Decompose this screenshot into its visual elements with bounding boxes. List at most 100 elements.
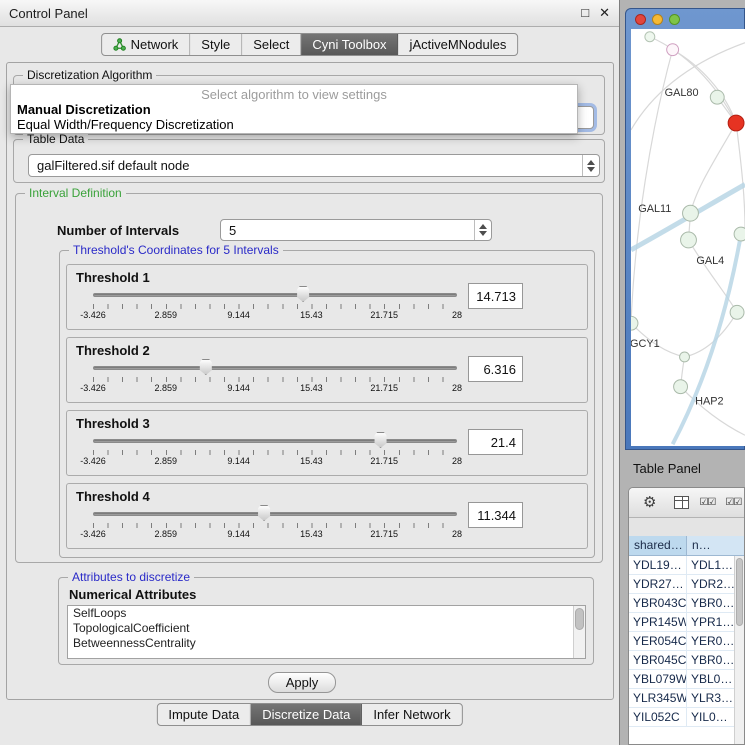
columns-icon[interactable] <box>674 496 689 509</box>
minimize-window-icon[interactable] <box>652 14 663 25</box>
dropdown-option[interactable]: Equal Width/Frequency Discretization <box>11 117 577 132</box>
network-node[interactable] <box>680 352 690 362</box>
cyni-bottom-tabs: Impute Data Discretize Data Infer Networ… <box>156 703 462 726</box>
tab-impute-data[interactable]: Impute Data <box>157 704 251 725</box>
tab-select[interactable]: Select <box>242 34 301 55</box>
table-row[interactable]: YIL052C YIL0… <box>629 708 734 727</box>
threshold-label: Threshold 3 <box>76 416 150 431</box>
cell[interactable]: YBR045C <box>629 651 687 669</box>
cell[interactable]: YPR1… <box>687 613 734 631</box>
clear-all-checkboxes-icon[interactable]: ☑☑ <box>725 498 741 508</box>
cell[interactable]: YBL0… <box>687 670 734 688</box>
network-node[interactable] <box>730 305 744 319</box>
column-header-shared-name[interactable]: shared… <box>629 536 687 555</box>
combobox-arrows-icon <box>582 155 599 176</box>
list-item[interactable]: BetweennessCentrality <box>68 636 585 651</box>
dropdown-option[interactable]: Manual Discretization <box>11 102 577 117</box>
tick-label: 21.715 <box>370 310 398 320</box>
number-of-intervals-combobox[interactable]: 5 <box>220 219 492 241</box>
table-row[interactable]: YER054C YER0… <box>629 632 734 651</box>
slider-thumb[interactable] <box>373 432 388 448</box>
network-node[interactable] <box>734 227 745 241</box>
threshold-value-input[interactable]: 21.4 <box>468 429 523 455</box>
node-label: HAP2 <box>695 396 723 408</box>
network-view-window: GAL80 GAL11 GAL4 GCY1 HAP2 <box>625 8 745 450</box>
tab-label: Infer Network <box>373 707 450 722</box>
attributes-list: SelfLoops TopologicalCoefficient Between… <box>67 605 586 659</box>
cell[interactable]: YDL19… <box>629 556 687 574</box>
threshold-label: Threshold 4 <box>76 489 150 504</box>
cell[interactable]: YER0… <box>687 632 734 650</box>
cell[interactable]: YDL1… <box>687 556 734 574</box>
cell[interactable]: YDR2… <box>687 575 734 593</box>
table-row[interactable]: YLR345W YLR3… <box>629 689 734 708</box>
slider-ticks <box>93 523 457 528</box>
gear-icon[interactable]: ⚙ <box>643 495 656 510</box>
table-row[interactable]: YBL079W YBL0… <box>629 670 734 689</box>
tick-label: 2.859 <box>155 383 178 393</box>
network-node[interactable] <box>710 90 724 104</box>
tab-label: Style <box>201 37 230 52</box>
table-data-combobox[interactable]: galFiltered.sif default node <box>28 154 600 177</box>
combobox-value: galFiltered.sif default node <box>29 158 582 173</box>
network-node[interactable] <box>683 205 699 221</box>
network-canvas[interactable]: GAL80 GAL11 GAL4 GCY1 HAP2 <box>631 29 745 446</box>
slider-thumb[interactable] <box>296 286 311 302</box>
tab-discretize-data[interactable]: Discretize Data <box>251 704 362 725</box>
threshold-slider[interactable]: -3.426 2.859 9.144 15.43 21.715 28 <box>93 359 457 399</box>
close-window-icon[interactable] <box>635 14 646 25</box>
table-row[interactable]: YDR27… YDR2… <box>629 575 734 594</box>
threshold-value-input[interactable]: 11.344 <box>468 502 523 528</box>
tab-cyni-toolbox[interactable]: Cyni Toolbox <box>301 34 398 55</box>
table-row[interactable]: YBR043C YBR0… <box>629 594 734 613</box>
cell[interactable]: YBR043C <box>629 594 687 612</box>
threshold-slider[interactable]: -3.426 2.859 9.144 15.43 21.715 28 <box>93 432 457 472</box>
select-all-checkboxes-icon[interactable]: ☑☑ <box>699 498 715 508</box>
zoom-window-icon[interactable] <box>669 14 680 25</box>
minimize-icon[interactable]: □ <box>581 5 589 21</box>
network-node[interactable] <box>681 232 697 248</box>
table-row[interactable]: YDL19… YDL1… <box>629 556 734 575</box>
slider-track[interactable] <box>93 366 457 370</box>
cell[interactable]: YIL0… <box>687 708 734 726</box>
network-node[interactable] <box>674 380 688 394</box>
tab-jactivemnodules[interactable]: jActiveMNodules <box>399 34 518 55</box>
tab-label: Impute Data <box>168 707 239 722</box>
list-item[interactable]: SelfLoops <box>68 606 585 621</box>
threshold-slider[interactable]: -3.426 2.859 9.144 15.43 21.715 28 <box>93 505 457 545</box>
slider-track[interactable] <box>93 293 457 297</box>
slider-thumb[interactable] <box>198 359 213 375</box>
list-scrollbar[interactable] <box>573 606 585 658</box>
group-legend: Discretization Algorithm <box>23 68 156 82</box>
network-node-selected[interactable] <box>728 115 744 131</box>
list-item[interactable]: TopologicalCoefficient <box>68 621 585 636</box>
cyni-toolbox-panel: Discretization Algorithm Table Data galF… <box>6 62 614 700</box>
cell[interactable]: YBL079W <box>629 670 687 688</box>
network-node[interactable] <box>667 44 679 56</box>
close-icon[interactable]: ✕ <box>599 5 610 21</box>
cell[interactable]: YBR0… <box>687 594 734 612</box>
threshold-value-input[interactable]: 6.316 <box>468 356 523 382</box>
table-scrollbar[interactable] <box>734 556 744 744</box>
apply-button[interactable]: Apply <box>268 672 336 693</box>
cell[interactable]: YIL052C <box>629 708 687 726</box>
tab-network[interactable]: Network <box>102 34 191 55</box>
cell[interactable]: YER054C <box>629 632 687 650</box>
cell[interactable]: YPR145W <box>629 613 687 631</box>
cell[interactable]: YDR27… <box>629 575 687 593</box>
column-header-name[interactable]: n… <box>687 536 744 555</box>
slider-track[interactable] <box>93 439 457 443</box>
slider-thumb[interactable] <box>257 505 272 521</box>
slider-track[interactable] <box>93 512 457 516</box>
table-row[interactable]: YPR145W YPR1… <box>629 613 734 632</box>
network-node[interactable] <box>645 32 655 42</box>
tab-infer-network[interactable]: Infer Network <box>362 704 461 725</box>
threshold-value-input[interactable]: 14.713 <box>468 283 523 309</box>
tab-style[interactable]: Style <box>190 34 242 55</box>
cell[interactable]: YLR345W <box>629 689 687 707</box>
cell[interactable]: YLR3… <box>687 689 734 707</box>
cell[interactable]: YBR0… <box>687 651 734 669</box>
network-node[interactable] <box>631 316 638 330</box>
threshold-slider[interactable]: -3.426 2.859 9.144 15.43 21.715 28 <box>93 286 457 326</box>
table-row[interactable]: YBR045C YBR0… <box>629 651 734 670</box>
